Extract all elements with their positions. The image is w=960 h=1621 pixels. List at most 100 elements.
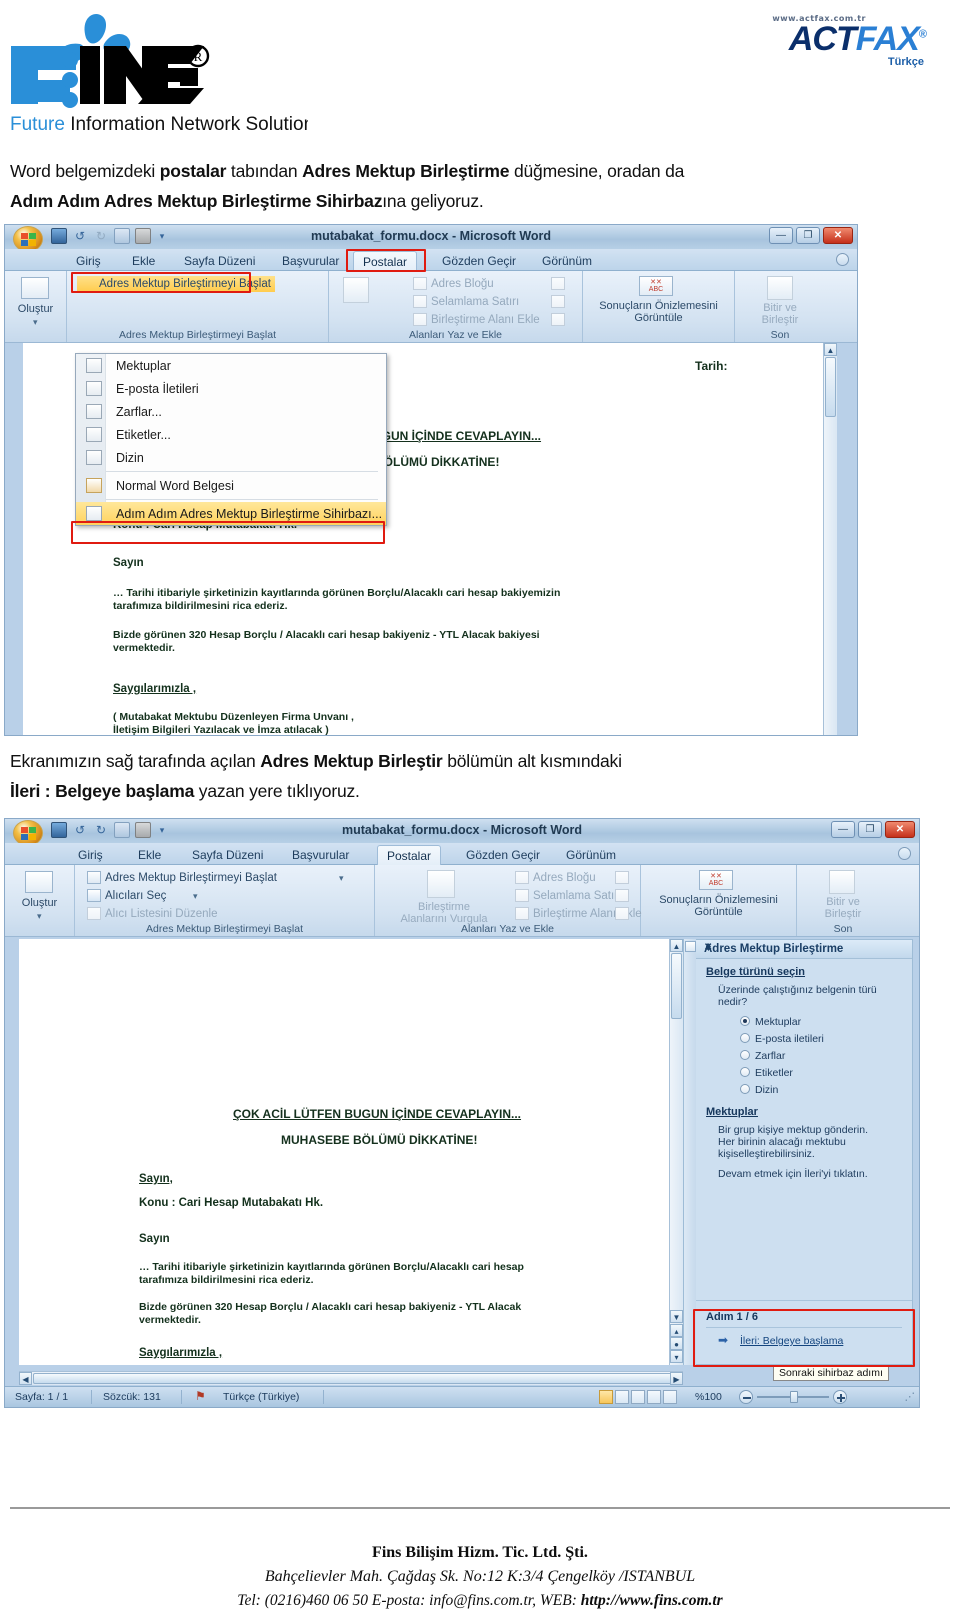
help-icon[interactable] — [836, 253, 849, 266]
next-step-arrow-icon[interactable]: ➡ — [718, 1333, 728, 1347]
zoom-out-icon[interactable] — [739, 1390, 753, 1404]
menu-item-etiketler[interactable]: Etiketler... — [76, 423, 386, 446]
print-icon[interactable] — [135, 228, 151, 244]
doc1-vertical-scrollbar[interactable]: ▲ — [823, 343, 837, 735]
preview-results-label-1[interactable]: Sonuçların Önizlemesini — [583, 300, 734, 312]
scroll-up-arrow-icon[interactable]: ▲ — [670, 939, 683, 952]
tab-gorunum[interactable]: Görünüm — [557, 845, 625, 865]
task-pane-toggle-icon[interactable] — [685, 941, 696, 952]
radio-icon[interactable] — [740, 1033, 750, 1043]
task-pane-splitter[interactable] — [683, 939, 696, 1365]
start-merge-label[interactable]: Adres Mektup Birleştirmeyi Başlat — [105, 872, 277, 884]
menu-item-eposta[interactable]: E-posta İletileri — [76, 377, 386, 400]
scroll-thumb[interactable] — [671, 953, 682, 1019]
start-merge-icon[interactable] — [87, 871, 101, 884]
menu-item-normal-word[interactable]: Normal Word Belgesi — [76, 474, 386, 497]
create-dropdown-icon[interactable]: ▾ — [37, 911, 42, 922]
tab-postalar[interactable]: Postalar — [377, 845, 442, 865]
radio-option-etiketler[interactable]: Etiketler — [740, 1067, 793, 1079]
proofing-errors-icon[interactable]: ⚑ — [195, 1389, 206, 1403]
word2-tabstrip[interactable]: Giriş Ekle Sayfa Düzeni Başvurular Posta… — [5, 843, 919, 865]
resize-grip-icon[interactable]: ⋰ — [905, 1391, 916, 1403]
menu-item-dizin[interactable]: Dizin — [76, 446, 386, 469]
quick-access-toolbar[interactable]: ↺ ↻ ▾ — [51, 228, 168, 244]
close-icon[interactable]: ✕ — [704, 942, 906, 953]
scroll-thumb[interactable] — [825, 357, 836, 417]
zoom-slider-thumb[interactable] — [790, 1391, 798, 1403]
doc2-vertical-scrollbar[interactable]: ▲ ▼ ▴ ● ▾ — [669, 939, 683, 1365]
mail-merge-task-pane[interactable]: Adres Mektup Birleştirme ▼ ✕ Belge türün… — [695, 939, 913, 1365]
create-button-label[interactable]: Oluştur — [5, 303, 66, 315]
radio-icon[interactable] — [740, 1084, 750, 1094]
select-browse-object-icon[interactable]: ● — [670, 1337, 683, 1350]
word2-document-area[interactable]: ÇOK ACİL LÜTFEN BUGUN İÇİNDE CEVAPLAYIN.… — [19, 939, 669, 1365]
radio-option-mektuplar[interactable]: Mektuplar — [740, 1016, 801, 1028]
tab-gozden-gecir[interactable]: Gözden Geçir — [457, 845, 549, 865]
tab-giris[interactable]: Giriş — [67, 251, 110, 271]
undo-icon[interactable]: ↺ — [72, 228, 88, 244]
minimize-button[interactable]: — — [769, 227, 793, 244]
tab-sayfa-duzeni[interactable]: Sayfa Düzeni — [175, 251, 264, 271]
radio-option-eposta[interactable]: E-posta iletileri — [740, 1033, 824, 1045]
preview-results-label-2[interactable]: Görüntüle — [641, 906, 796, 918]
status-zoom-level[interactable]: %100 — [695, 1391, 722, 1403]
tab-giris[interactable]: Giriş — [69, 845, 112, 865]
preview-results-icon[interactable]: ✕✕ ABC — [699, 870, 733, 890]
tab-ekle[interactable]: Ekle — [129, 845, 170, 865]
word1-window-controls[interactable]: — ❐ ✕ — [769, 227, 853, 244]
create-icon[interactable] — [25, 871, 53, 893]
radio-icon[interactable] — [740, 1067, 750, 1077]
close-button[interactable]: ✕ — [885, 821, 915, 838]
start-merge-dropdown-menu[interactable]: Mektuplar E-posta İletileri Zarflar... E… — [75, 353, 387, 526]
start-merge-label[interactable]: Adres Mektup Birleştirmeyi Başlat — [77, 276, 275, 292]
quick-access-toolbar[interactable]: ↺ ↻ ▾ — [51, 822, 168, 838]
zoom-slider-track[interactable] — [757, 1391, 829, 1403]
preview-results-label-2[interactable]: Görüntüle — [583, 312, 734, 324]
full-screen-reading-view-icon[interactable] — [615, 1390, 629, 1404]
status-words[interactable]: Sözcük: 131 — [103, 1391, 161, 1403]
highlight-fields-icon[interactable] — [343, 277, 369, 303]
tab-gorunum[interactable]: Görünüm — [533, 251, 601, 271]
scroll-left-arrow-icon[interactable]: ◀ — [19, 1372, 32, 1385]
select-recipients-label[interactable]: Alıcıları Seç — [105, 890, 166, 902]
outline-view-icon[interactable] — [647, 1390, 661, 1404]
tab-basvurular[interactable]: Başvurular — [283, 845, 358, 865]
scroll-up-arrow-icon[interactable]: ▲ — [824, 343, 837, 356]
web-layout-view-icon[interactable] — [631, 1390, 645, 1404]
tab-basvurular[interactable]: Başvurular — [273, 251, 348, 271]
draft-view-icon[interactable] — [663, 1390, 677, 1404]
zoom-in-icon[interactable] — [833, 1390, 847, 1404]
help-icon[interactable] — [898, 847, 911, 860]
save-icon[interactable] — [51, 228, 67, 244]
select-recipients-icon[interactable] — [87, 889, 101, 902]
previous-page-icon[interactable]: ▴ — [670, 1324, 683, 1337]
print-preview-icon[interactable] — [114, 228, 130, 244]
redo-icon[interactable]: ↻ — [93, 822, 109, 838]
save-icon[interactable] — [51, 822, 67, 838]
minimize-button[interactable]: — — [831, 821, 855, 838]
undo-icon[interactable]: ↺ — [72, 822, 88, 838]
create-icon[interactable] — [21, 277, 49, 299]
scroll-right-arrow-icon[interactable]: ▶ — [670, 1372, 683, 1385]
radio-icon[interactable] — [740, 1050, 750, 1060]
preview-results-label-1[interactable]: Sonuçların Önizlemesini — [641, 894, 796, 906]
zoom-control[interactable] — [739, 1390, 847, 1404]
tab-sayfa-duzeni[interactable]: Sayfa Düzeni — [183, 845, 272, 865]
customize-qat-icon[interactable]: ▾ — [156, 822, 168, 838]
menu-item-mektuplar[interactable]: Mektuplar — [76, 354, 386, 377]
print-layout-view-icon[interactable] — [599, 1390, 613, 1404]
tab-ekle[interactable]: Ekle — [123, 251, 164, 271]
customize-qat-icon[interactable]: ▾ — [156, 228, 168, 244]
word2-window-controls[interactable]: — ❐ ✕ — [831, 821, 915, 838]
tab-gozden-gecir[interactable]: Gözden Geçir — [433, 251, 525, 271]
menu-item-zarflar[interactable]: Zarflar... — [76, 400, 386, 423]
create-button-label[interactable]: Oluştur — [5, 897, 74, 909]
radio-option-zarflar[interactable]: Zarflar — [740, 1050, 785, 1062]
next-step-link[interactable]: İleri: Belgeye başlama — [740, 1335, 843, 1347]
preview-results-icon[interactable]: ✕✕ ABC — [639, 276, 673, 296]
view-buttons[interactable] — [599, 1390, 677, 1404]
hscroll-thumb[interactable] — [33, 1373, 673, 1384]
radio-option-dizin[interactable]: Dizin — [740, 1084, 778, 1096]
maximize-button[interactable]: ❐ — [858, 821, 882, 838]
select-recipients-dropdown-icon[interactable]: ▾ — [193, 891, 198, 902]
